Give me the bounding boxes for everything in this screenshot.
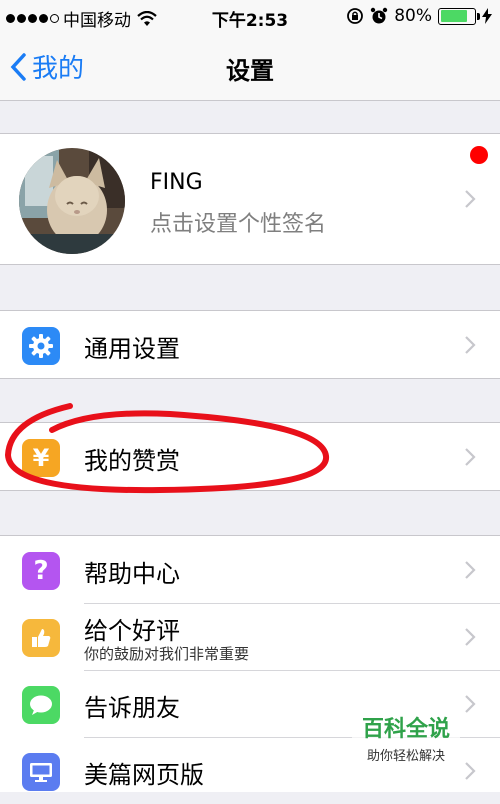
general-group: 通用设置: [0, 310, 500, 379]
profile-signature: 点击设置个性签名: [150, 212, 327, 237]
rate-us-row[interactable]: 给个好评 你的鼓励对我们非常重要: [0, 603, 500, 670]
chevron-right-icon: [465, 627, 476, 646]
watermark: 百科全说 助你轻松解决: [352, 711, 460, 764]
chevron-right-icon: [465, 447, 476, 466]
status-right: 80%: [346, 6, 492, 26]
chevron-right-icon: [465, 560, 476, 579]
chevron-right-icon: [465, 761, 476, 780]
rate-us-subtitle: 你的鼓励对我们非常重要: [84, 645, 250, 663]
rotation-lock-icon: [347, 8, 364, 24]
status-bar: 中国移动 下午2:53 80%: [0, 0, 500, 34]
tell-friends-label: 告诉朋友: [84, 694, 180, 722]
general-settings-label: 通用设置: [84, 335, 180, 363]
profile-name: FING: [150, 170, 203, 195]
web-version-label: 美篇网页版: [84, 761, 204, 789]
battery-icon: [438, 7, 480, 25]
chat-bubble-icon: [22, 686, 60, 724]
charging-icon: [482, 8, 492, 24]
chevron-right-icon: [465, 190, 476, 208]
watermark-subtitle: 助你轻松解决: [366, 749, 445, 764]
rate-us-label: 给个好评: [84, 617, 180, 645]
help-center-row[interactable]: ? 帮助中心: [0, 536, 500, 603]
general-settings-row[interactable]: 通用设置: [0, 311, 500, 378]
thumbs-up-icon: [22, 619, 60, 657]
chevron-right-icon: [465, 335, 476, 354]
chevron-right-icon: [465, 694, 476, 713]
gear-icon: [22, 327, 60, 365]
watermark-title: 百科全说: [361, 717, 450, 742]
alarm-icon: [371, 7, 388, 24]
avatar: [19, 148, 125, 254]
navigation-bar: 我的 设置: [0, 34, 500, 101]
red-annotation-circle: [4, 403, 329, 494]
monitor-icon: [22, 753, 60, 791]
page-title: 设置: [226, 57, 274, 85]
help-center-label: 帮助中心: [84, 560, 180, 588]
profile-row[interactable]: FING 点击设置个性签名: [0, 134, 500, 264]
question-icon: ?: [22, 552, 60, 590]
battery-percent: 80%: [394, 6, 432, 26]
profile-group: FING 点击设置个性签名: [0, 133, 500, 265]
notification-badge: [470, 146, 488, 164]
